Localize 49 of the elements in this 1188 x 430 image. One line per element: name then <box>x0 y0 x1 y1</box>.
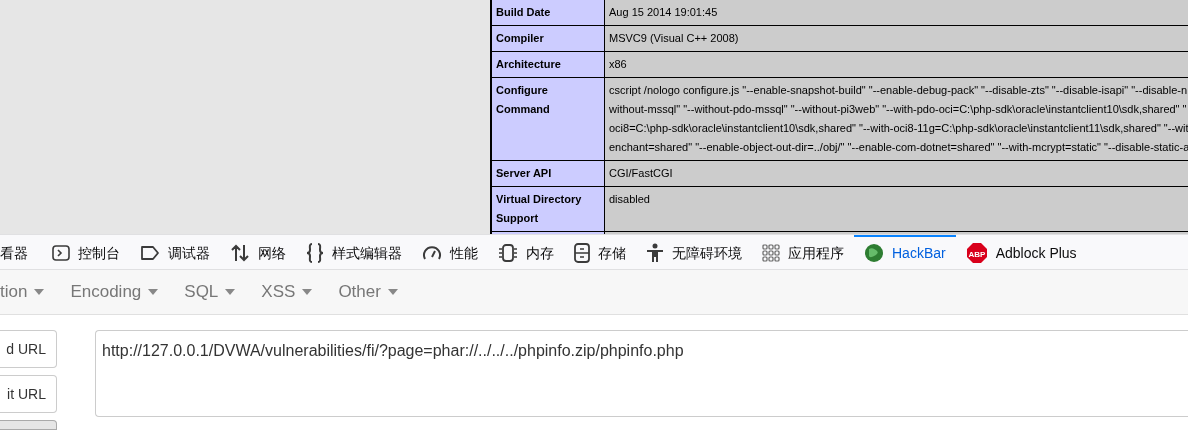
devtools-tab[interactable]: 性能 <box>412 235 488 270</box>
caret-icon <box>387 289 398 296</box>
row-value: cscript /nologo configure.js "--enable-snapshot-build" "--enable-debug-pack" "--disable-zts" "--disable-isapi" "--disable-n <box>609 83 1188 98</box>
menu-dropdown[interactable]: tion <box>0 279 45 305</box>
cabinet-icon <box>574 243 590 264</box>
caret-icon <box>225 289 236 296</box>
row-value: disabled <box>609 192 650 207</box>
caret-icon <box>302 289 313 296</box>
menu-dropdown[interactable]: Encoding <box>70 279 159 305</box>
row-value: x86 <box>609 57 627 72</box>
row-value: Aug 15 2014 19:01:45 <box>609 5 718 20</box>
menu-dropdown[interactable]: SQL <box>184 279 236 305</box>
row-label: Virtual Directory Support <box>492 187 604 231</box>
row-label: Architecture <box>492 52 604 77</box>
row-label: Compiler <box>492 26 604 51</box>
url-field[interactable]: http://127.0.0.1/DVWA/vulnerabilities/fi/?page=phar://../../../phpinfo.zip/phpinfo.php <box>95 330 1188 417</box>
console-icon <box>52 245 70 262</box>
stop-sign-icon: ABP <box>965 242 988 265</box>
row-value: CGI/FastCGI <box>609 166 673 181</box>
tag-icon <box>140 246 160 261</box>
menu-dropdown[interactable]: XSS <box>261 279 313 305</box>
arrows-up-down-icon <box>230 244 250 263</box>
devtools-tab[interactable]: ABP Adblock Plus <box>955 235 1087 270</box>
url-button[interactable]: d URL <box>0 330 57 368</box>
person-icon <box>646 243 664 264</box>
devtools-tab[interactable]: 调试器 <box>130 235 220 270</box>
row-label: Build Date <box>492 0 604 25</box>
row-value: without-mssql" "--without-pdo-mssql" "--without-pi3web" "--with-pdo-oci=C:\php-sdk\oracle\instantclient10\sdk,shared" " <box>609 102 1187 117</box>
braces-icon <box>306 243 324 264</box>
devtools-tab[interactable]: 网络 <box>220 235 296 270</box>
row-value: MSVC9 (Visual C++ 2008) <box>609 31 739 46</box>
url-button[interactable]: it URL <box>0 375 57 413</box>
devtools-tab[interactable]: 应用程序 <box>752 235 854 270</box>
devtools-tab[interactable]: 控制台 <box>42 235 130 270</box>
devtools-tab[interactable]: 无障碍环境 <box>636 235 752 270</box>
devtools-tab[interactable]: 内存 <box>488 235 564 270</box>
menu-dropdown[interactable]: Other <box>338 279 398 305</box>
grid-icon <box>762 244 780 263</box>
row-label: Configure Command <box>492 78 604 160</box>
partial-button[interactable] <box>0 420 57 430</box>
globe-icon <box>864 243 884 264</box>
caret-icon <box>148 289 159 296</box>
devtools-tab[interactable]: 样式编辑器 <box>296 235 412 270</box>
row-label: Server API <box>492 161 604 186</box>
devtools-tab[interactable]: 存储 <box>564 235 636 270</box>
caret-icon <box>34 289 45 296</box>
chip-icon <box>498 244 518 263</box>
row-value: oci8=C:\php-sdk\oracle\instantclient10\sdk,shared" "--with-oci8-11g=C:\php-sdk\oracle\instantclient11\sdk,shared" "--wit <box>609 121 1188 136</box>
devtools-tab[interactable]: 看器 <box>0 235 42 270</box>
